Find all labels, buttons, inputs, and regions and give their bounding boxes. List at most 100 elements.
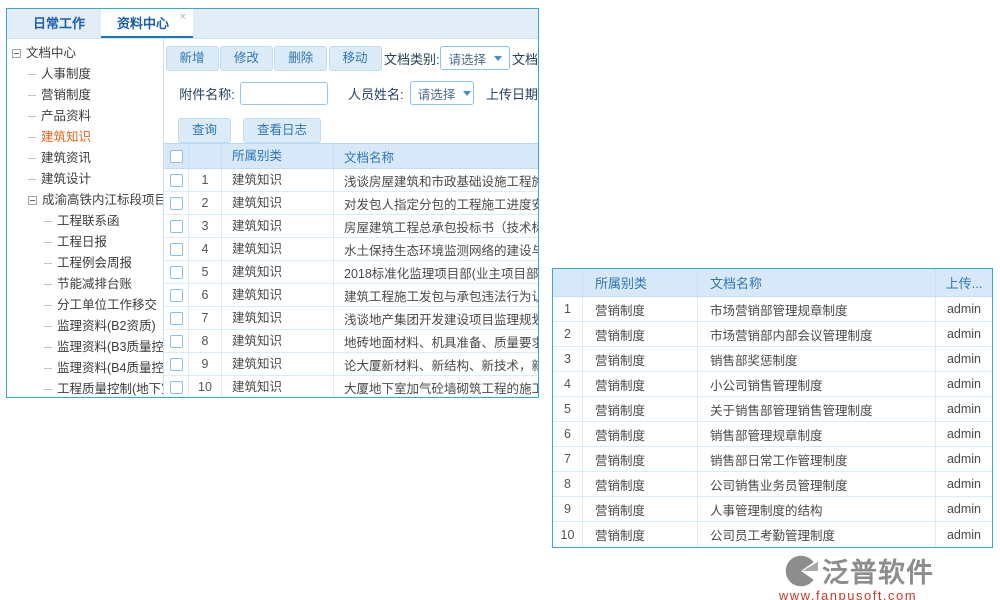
tree-item[interactable]: 产品资料 — [7, 106, 163, 127]
row-checkbox[interactable] — [170, 289, 183, 302]
select-all-checkbox[interactable] — [170, 150, 183, 163]
row-checkbox[interactable] — [170, 358, 183, 371]
row-doc-name[interactable]: 销售部奖惩制度 — [698, 347, 936, 371]
table-row[interactable]: 5 营销制度 关于销售部管理销售管理制度 admin — [553, 397, 992, 422]
row-checkbox[interactable] — [170, 220, 183, 233]
tree-item[interactable]: 建筑知识 — [7, 127, 163, 148]
table-row[interactable]: 6 营销制度 销售部管理规章制度 admin — [553, 422, 992, 447]
person-name-select[interactable]: 请选择 — [410, 81, 474, 105]
row-doc-name[interactable]: 公司销售业务员管理制度 — [698, 472, 936, 496]
table-row[interactable]: 6 建筑知识 建筑工程施工发包与承包违法行为认定... — [164, 284, 538, 307]
table-row[interactable]: 8 营销制度 公司销售业务员管理制度 admin — [553, 472, 992, 497]
query-button[interactable]: 查询 — [178, 118, 231, 143]
row-doc-name[interactable]: 浅谈房屋建筑和市政基础设施工程施工... — [334, 171, 538, 190]
row-doc-name[interactable]: 建筑工程施工发包与承包违法行为认定... — [334, 286, 538, 305]
tree-item[interactable]: 工程日报 — [7, 232, 163, 253]
tree-item[interactable]: 工程例会周报 — [7, 253, 163, 274]
tab-data-center[interactable]: 资料中心 × — [101, 9, 193, 38]
row-doc-name[interactable]: 小公司销售管理制度 — [698, 372, 936, 396]
tree-item[interactable]: 营销制度 — [7, 85, 163, 106]
tree-expand-icon[interactable] — [44, 263, 52, 264]
row-doc-name[interactable]: 地砖地面材料、机具准备、质量要求及... — [334, 332, 538, 351]
tree-expand-icon[interactable] — [44, 389, 52, 390]
table-row[interactable]: 9 营销制度 人事管理制度的结构 admin — [553, 497, 992, 522]
row-category: 营销制度 — [583, 447, 698, 471]
row-checkbox[interactable] — [170, 312, 183, 325]
row-checkbox[interactable] — [170, 197, 183, 210]
row-doc-name[interactable]: 市场营销部内部会议管理制度 — [698, 322, 936, 346]
tree-item[interactable]: 监理资料(B3质量控制) — [7, 337, 163, 358]
row-doc-name[interactable]: 浅谈地产集团开发建设项目监理规划编... — [334, 309, 538, 328]
row-checkbox[interactable] — [170, 335, 183, 348]
tree-item[interactable]: 工程联系函 — [7, 211, 163, 232]
tree-expand-icon[interactable] — [28, 137, 36, 138]
tree-expand-icon[interactable] — [44, 305, 52, 306]
table-row[interactable]: 3 营销制度 销售部奖惩制度 admin — [553, 347, 992, 372]
tree-expand-icon[interactable] — [44, 221, 52, 222]
table-row[interactable]: 2 建筑知识 对发包人指定分包的工程施工进度安排... — [164, 192, 538, 215]
table-row[interactable]: 10 营销制度 公司员工考勤管理制度 admin — [553, 522, 992, 547]
attachment-name-input[interactable] — [240, 82, 328, 105]
row-doc-name[interactable]: 人事管理制度的结构 — [698, 497, 936, 521]
tree-item[interactable]: 建筑资讯 — [7, 148, 163, 169]
table-row[interactable]: 2 营销制度 市场营销部内部会议管理制度 admin — [553, 322, 992, 347]
table-row[interactable]: 5 建筑知识 2018标准化监理项目部(业主项目部)人员... — [164, 261, 538, 284]
table-row[interactable]: 1 营销制度 市场营销部管理规章制度 admin — [553, 297, 992, 322]
tree-item[interactable]: 分工单位工作移交 — [7, 295, 163, 316]
tree-expand-icon[interactable] — [44, 284, 52, 285]
row-checkbox[interactable] — [170, 243, 183, 256]
row-number: 2 — [553, 322, 583, 346]
row-checkbox[interactable] — [170, 381, 183, 394]
tree-expand-icon[interactable] — [28, 196, 37, 205]
table-row[interactable]: 3 建筑知识 房屋建筑工程总承包投标书（技术标）... — [164, 215, 538, 238]
table-row[interactable]: 7 建筑知识 浅谈地产集团开发建设项目监理规划编... — [164, 307, 538, 330]
table-row[interactable]: 8 建筑知识 地砖地面材料、机具准备、质量要求及... — [164, 330, 538, 353]
row-doc-name[interactable]: 房屋建筑工程总承包投标书（技术标）... — [334, 217, 538, 236]
tree-item[interactable]: 人事制度 — [7, 64, 163, 85]
tree-expand-icon[interactable] — [44, 368, 52, 369]
tree-expand-icon[interactable] — [28, 116, 36, 117]
edit-button[interactable]: 修改 — [220, 46, 273, 71]
row-doc-name[interactable]: 销售部日常工作管理制度 — [698, 447, 936, 471]
close-icon[interactable]: × — [180, 10, 186, 24]
row-checkbox[interactable] — [170, 174, 183, 187]
row-doc-name[interactable]: 2018标准化监理项目部(业主项目部)人员... — [334, 263, 538, 282]
row-doc-name[interactable]: 销售部管理规章制度 — [698, 422, 936, 446]
table-row[interactable]: 10 建筑知识 大厦地下室加气砼墙砌筑工程的施工方... — [164, 376, 538, 398]
tree-item[interactable]: 文档中心 — [7, 43, 163, 64]
tree-item[interactable]: 监理资料(B4质量控制) — [7, 358, 163, 379]
tree-expand-icon[interactable] — [44, 242, 52, 243]
tree-item[interactable]: 节能减排台账 — [7, 274, 163, 295]
table-row[interactable]: 1 建筑知识 浅谈房屋建筑和市政基础设施工程施工... — [164, 169, 538, 192]
tree-item[interactable]: 工程质量控制(地下室) — [7, 379, 163, 398]
tree-item[interactable]: 建筑设计 — [7, 169, 163, 190]
table-row[interactable]: 7 营销制度 销售部日常工作管理制度 admin — [553, 447, 992, 472]
tree-expand-icon[interactable] — [44, 326, 52, 327]
tree-expand-icon[interactable] — [28, 179, 36, 180]
tree-item[interactable]: 成渝高铁内江标段项目 — [7, 190, 163, 211]
row-doc-name[interactable]: 大厦地下室加气砼墙砌筑工程的施工方... — [334, 378, 538, 397]
row-doc-name[interactable]: 水土保持生态环境监测网络的建设与资... — [334, 240, 538, 259]
tree-expand-icon[interactable] — [28, 95, 36, 96]
row-doc-name[interactable]: 对发包人指定分包的工程施工进度安排... — [334, 194, 538, 213]
row-doc-name[interactable]: 论大厦新材料、新结构、新技术，新工... — [334, 355, 538, 374]
tab-daily-work[interactable]: 日常工作 — [17, 9, 101, 38]
tree-expand-icon[interactable] — [28, 158, 36, 159]
row-checkbox[interactable] — [170, 266, 183, 279]
table-row[interactable]: 4 建筑知识 水土保持生态环境监测网络的建设与资... — [164, 238, 538, 261]
tree-expand-icon[interactable] — [12, 49, 21, 58]
table-row[interactable]: 9 建筑知识 论大厦新材料、新结构、新技术，新工... — [164, 353, 538, 376]
fanpu-logo: 泛普软件 www.fanpusoft.com — [762, 551, 934, 600]
row-doc-name[interactable]: 市场营销部管理规章制度 — [698, 297, 936, 321]
tree-expand-icon[interactable] — [44, 347, 52, 348]
tree-item[interactable]: 监理资料(B2资质) — [7, 316, 163, 337]
row-doc-name[interactable]: 公司员工考勤管理制度 — [698, 522, 936, 547]
move-button[interactable]: 移动 — [329, 46, 382, 71]
delete-button[interactable]: 删除 — [274, 46, 327, 71]
row-doc-name[interactable]: 关于销售部管理销售管理制度 — [698, 397, 936, 421]
table-row[interactable]: 4 营销制度 小公司销售管理制度 admin — [553, 372, 992, 397]
add-button[interactable]: 新增 — [166, 46, 219, 71]
view-log-button[interactable]: 查看日志 — [243, 118, 321, 143]
tree-expand-icon[interactable] — [28, 74, 36, 75]
doc-category-select[interactable]: 请选择 — [440, 46, 510, 70]
